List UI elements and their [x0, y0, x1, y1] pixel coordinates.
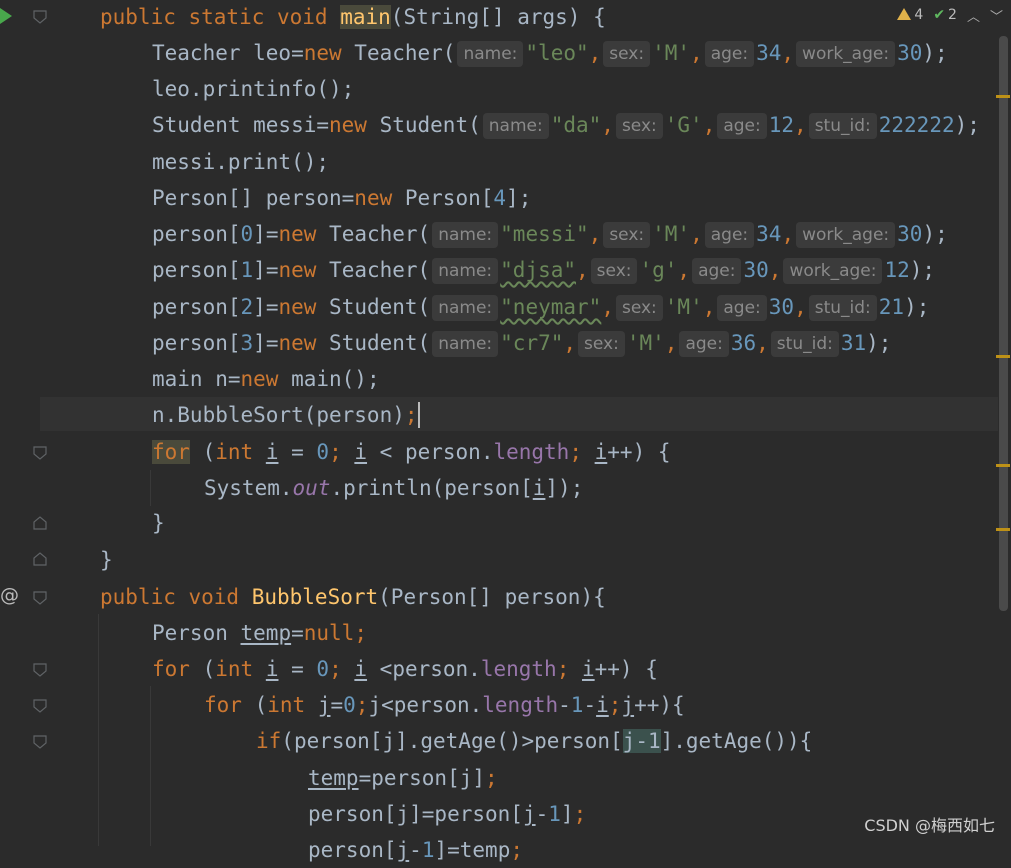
- code-line: Teacher leo=new Teacher(name: "leo", sex: '…: [152, 41, 948, 67]
- param-hint: name:: [482, 113, 549, 139]
- param-hint: age:: [704, 41, 755, 67]
- code-line: Student messi=new Student(name: "da", sex:…: [152, 113, 980, 139]
- vertical-scrollbar[interactable]: [999, 36, 1008, 611]
- param-hint: sex:: [615, 113, 663, 139]
- code-line: }: [152, 511, 165, 535]
- code-line: for (int i = 0; i < person.length; i++) …: [152, 440, 671, 464]
- ok-indicator[interactable]: ✔ 2: [933, 7, 957, 23]
- code-line: public void BubbleSort(Person[] person){: [100, 585, 606, 609]
- code-line: leo.printinfo();: [152, 77, 355, 101]
- param-hint: sex:: [615, 295, 663, 321]
- param-hint: name:: [432, 331, 499, 357]
- warning-icon: [897, 8, 912, 20]
- chevron-up-icon[interactable]: ︿: [967, 6, 980, 25]
- warning-marker[interactable]: [996, 95, 1010, 98]
- code-line: Person temp=null;: [152, 621, 367, 645]
- warnings-indicator[interactable]: 4: [897, 7, 923, 23]
- code-line: person[j-1]=temp;: [308, 838, 523, 862]
- code-line: public static void main(String[] args) {: [100, 5, 606, 29]
- text-caret: [417, 402, 420, 428]
- code-line: temp=person[j];: [308, 766, 498, 790]
- code-line: main n=new main();: [152, 367, 380, 391]
- code-line: Person[] person=new Person[4];: [152, 186, 532, 210]
- code-line: person[2]=new Student(name: "neymar", sex:…: [152, 295, 930, 321]
- code-editor[interactable]: public static void main(String[] args) {…: [0, 0, 998, 862]
- param-hint: age:: [692, 258, 742, 284]
- code-line: person[1]=new Teacher(name: "djsa", sex:'g…: [152, 258, 936, 284]
- param-hint: stu_id:: [808, 113, 877, 139]
- check-icon: ✔: [933, 7, 946, 23]
- code-line: person[j]=person[j-1];: [308, 802, 587, 826]
- code-line: System.out.println(person[i]);: [204, 476, 584, 500]
- param-hint: sex:: [603, 222, 651, 248]
- warning-marker[interactable]: [996, 528, 1010, 531]
- code-line: if(person[j].getAge()>person[j-1].getAge…: [256, 729, 813, 753]
- code-line-current: n.BubbleSort(person);: [152, 402, 420, 428]
- watermark: CSDN @梅西如七: [864, 816, 995, 835]
- code-line: person[0]=new Teacher(name: "messi", sex: '…: [152, 222, 948, 248]
- param-hint: sex:: [603, 41, 651, 67]
- param-hint: work_age:: [796, 222, 896, 248]
- warning-marker[interactable]: [996, 464, 1010, 467]
- param-hint: age:: [717, 113, 767, 139]
- param-hint: age:: [717, 295, 767, 321]
- code-line: messi.print();: [152, 150, 330, 174]
- param-hint: work_age:: [783, 258, 883, 284]
- code-line: person[3]=new Student(name: "cr7", sex: 'M'…: [152, 331, 892, 357]
- param-hint: name:: [457, 41, 524, 67]
- param-hint: stu_id:: [770, 331, 839, 357]
- inspection-widget[interactable]: 4 ✔ 2 ︿ ﹀: [897, 4, 1003, 26]
- param-hint: name:: [432, 295, 499, 321]
- code-line: for (int i = 0; i <person.length; i++) {: [152, 657, 658, 681]
- param-hint: name:: [432, 258, 499, 284]
- code-line: }: [100, 548, 113, 572]
- param-hint: sex:: [590, 258, 638, 284]
- param-hint: sex:: [578, 331, 625, 357]
- param-hint: stu_id:: [808, 295, 877, 321]
- chevron-down-icon[interactable]: ﹀: [990, 6, 1003, 25]
- param-hint: name:: [432, 222, 499, 248]
- code-line: for (int j=0;j<person.length-1-i;j++){: [204, 693, 685, 717]
- warning-marker[interactable]: [996, 355, 1010, 358]
- param-hint: age:: [679, 331, 729, 357]
- param-hint: work_age:: [796, 41, 896, 67]
- param-hint: age:: [704, 222, 755, 248]
